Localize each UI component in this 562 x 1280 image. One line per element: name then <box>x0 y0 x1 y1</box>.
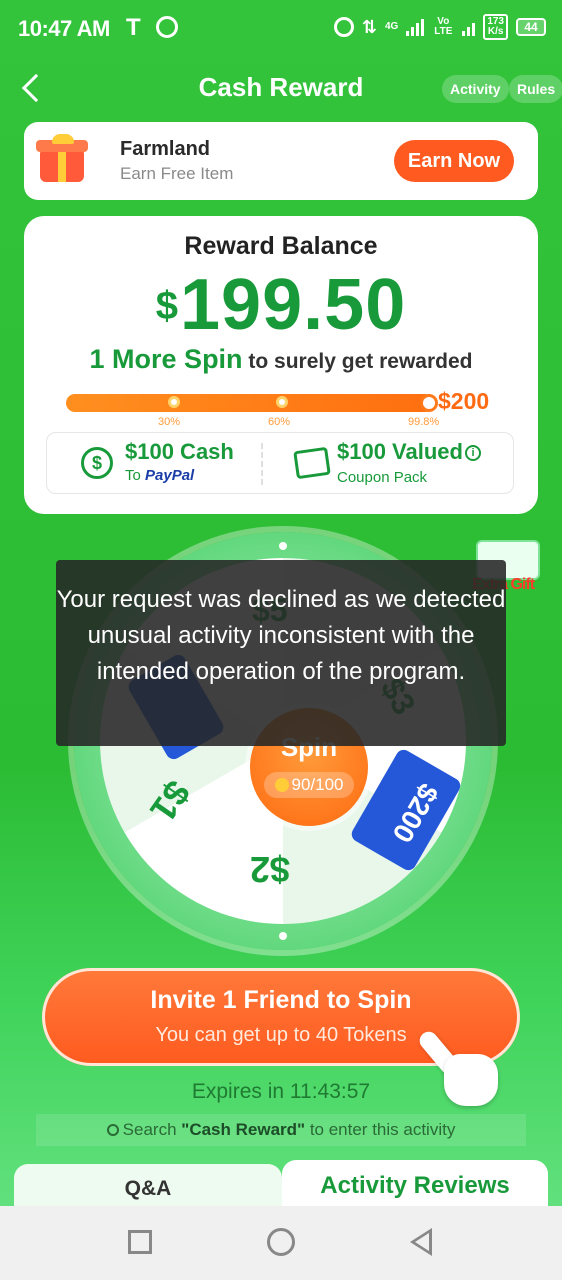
coupon-icon <box>293 446 331 480</box>
spin-hint: 1 More Spin to surely get rewarded <box>24 344 538 375</box>
reward-balance-title: Reward Balance <box>184 232 378 260</box>
status-time: 10:47 AM <box>18 16 110 41</box>
progress-marker-dot <box>276 396 288 408</box>
search-hint: Search "Cash Reward" to enter this activ… <box>36 1114 526 1146</box>
currency-symbol: $ <box>155 284 179 328</box>
cash-prize-subtitle: To PayPal <box>125 467 194 484</box>
coupon-prize-subtitle: Coupon Pack <box>337 469 428 486</box>
alarm-icon <box>156 16 178 38</box>
alarm-icon <box>333 17 354 37</box>
cash-prize-title: $100 Cash <box>125 439 234 464</box>
wheel-dot <box>279 932 287 940</box>
network-label: 4G <box>384 21 399 32</box>
cash-icon: $ <box>81 447 113 479</box>
progress-marker-label: 30% <box>158 416 181 428</box>
spin-hint-rest: to surely get rewarded <box>242 350 473 373</box>
bottom-tabs: Q&A Activity Reviews <box>14 1160 548 1206</box>
error-toast: Your request was declined as we detected… <box>56 560 506 746</box>
wheel-segment: $1 <box>142 773 199 830</box>
coin-icon <box>274 778 289 792</box>
tab-qa[interactable]: Q&A <box>14 1164 282 1206</box>
search-hint-prefix: Search <box>122 1120 182 1139</box>
search-icon <box>106 1124 119 1136</box>
reward-balance-amount: $199.50 <box>24 264 538 346</box>
nav-home-icon[interactable] <box>267 1228 295 1256</box>
app-header: Cash Reward Activity Rules <box>0 58 562 118</box>
search-hint-suffix: to enter this activity <box>305 1120 456 1139</box>
prize-divider <box>261 443 263 485</box>
rules-button[interactable]: Rules <box>509 75 562 103</box>
data-transfer-icon: ⇅ <box>361 16 377 37</box>
wheel-segment: $2 <box>250 849 291 890</box>
progress-goal: $200 <box>438 388 490 414</box>
wheel-coupon-value: $200 <box>386 778 445 848</box>
system-nav-bar <box>0 1206 562 1280</box>
spin-token-count: 90/100 <box>264 772 354 798</box>
expiry-countdown: Expires in 11:43:57 <box>191 1080 371 1103</box>
spin-token-value: 90/100 <box>291 775 344 794</box>
info-icon[interactable]: i <box>464 445 481 461</box>
progress-marker-label: 60% <box>268 416 291 428</box>
prize-row: $ $100 Cash To PayPal $100 Valued i Coupo… <box>46 432 514 494</box>
farmland-banner[interactable]: Farmland Earn Free Item Earn Now <box>24 122 538 200</box>
earn-now-button[interactable]: Earn Now <box>394 140 514 182</box>
battery-icon: 44 <box>516 18 546 36</box>
gift-icon <box>34 134 92 184</box>
reward-balance-card: Reward Balance $199.50 1 More Spin to su… <box>24 216 538 514</box>
signal-icon <box>406 18 425 36</box>
coupon-prize-title: $100 Valued i <box>337 439 481 465</box>
wheel-dot <box>279 542 287 550</box>
network-speed: 173 K/s <box>483 14 508 40</box>
nav-back-icon[interactable] <box>410 1228 432 1256</box>
progress-marker-dot <box>168 396 180 408</box>
progress-marker-label: 99.8% <box>408 416 440 428</box>
search-hint-keyword: "Cash Reward" <box>181 1120 306 1139</box>
signal-icon <box>462 18 476 36</box>
balance-value: 199.50 <box>180 265 407 345</box>
coupon-prize-value: $100 Valued <box>337 439 463 464</box>
nav-recent-icon[interactable] <box>128 1230 152 1254</box>
activity-button[interactable]: Activity <box>442 75 509 103</box>
status-indicators: ⇅ 4G Vo LTE 173 K/s 44 <box>333 14 546 40</box>
spin-hint-strong: 1 More Spin <box>89 344 243 374</box>
invite-title: Invite 1 Friend to Spin <box>150 986 412 1014</box>
cash-prize-to: To <box>125 467 146 484</box>
tab-activity-reviews[interactable]: Activity Reviews <box>282 1160 548 1206</box>
farmland-subtitle: Earn Free Item <box>120 164 234 183</box>
paypal-label: PayPal <box>145 467 195 484</box>
volte-label: Vo LTE <box>434 16 453 37</box>
farmland-title: Farmland <box>120 138 211 160</box>
reward-progress-bar <box>66 394 434 412</box>
status-bar: 10:47 AM T ⇅ 4G Vo LTE 173 K/s 44 <box>0 0 562 58</box>
progress-fill <box>66 394 434 412</box>
carrier-icon: T <box>126 14 141 41</box>
progress-end-dot <box>420 394 438 412</box>
speed-unit: K/s <box>487 26 504 37</box>
